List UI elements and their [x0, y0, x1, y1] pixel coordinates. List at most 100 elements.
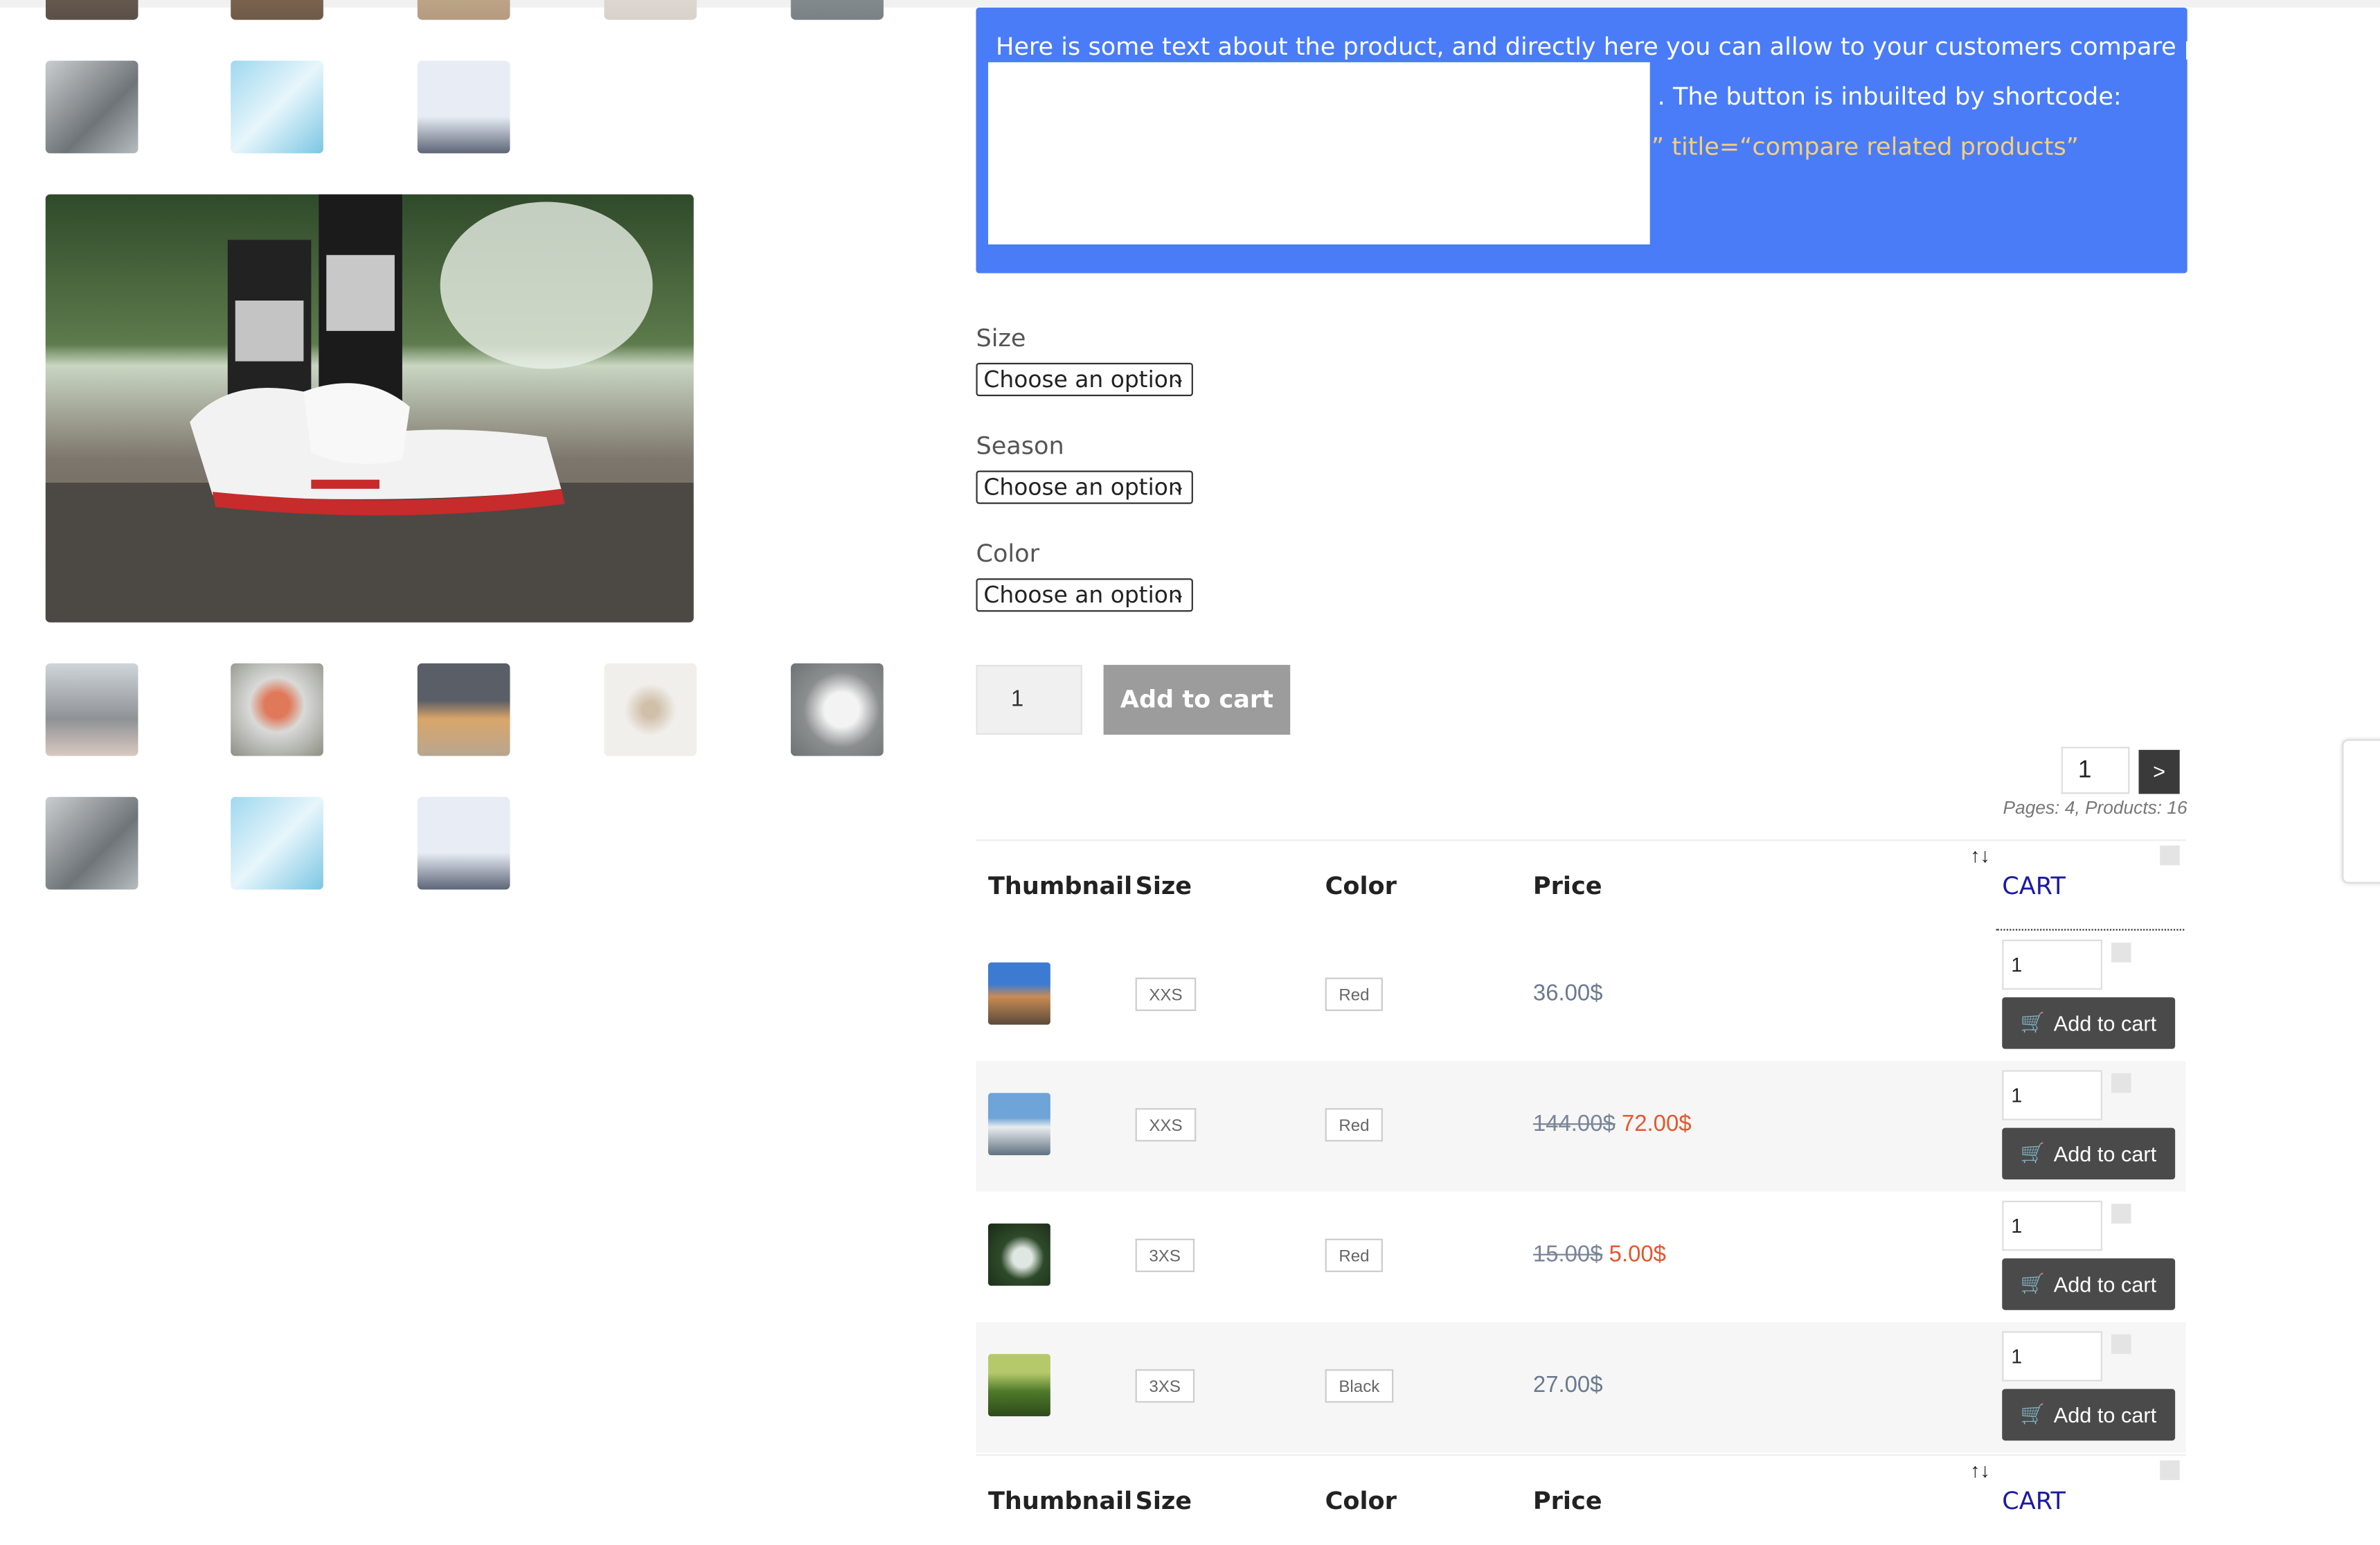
select-all-checkbox[interactable]: [2160, 845, 2180, 866]
table-row: 3XS Black 27.00$ 1 🛒 Add to cart: [976, 1322, 2186, 1453]
gallery-thumb-sneaker-blue[interactable]: [231, 796, 323, 890]
cart-icon: 🛒: [2020, 1402, 2046, 1426]
gallery-thumb-orange-sneaker[interactable]: [231, 663, 323, 756]
gallery-thumb-grey-sneaker[interactable]: [791, 663, 884, 756]
row-thumbnail[interactable]: [987, 1093, 1050, 1156]
compare-button-placeholder[interactable]: [987, 62, 1650, 244]
promo-text-line2: . The button is inbuilted by shortcode:: [1657, 82, 2122, 111]
old-price: 15.00$: [1532, 1242, 1603, 1268]
cart-icon: 🛒: [2020, 1271, 2046, 1295]
gallery-thumb-adidas-box[interactable]: [417, 60, 510, 154]
footer-price[interactable]: Price: [1533, 1486, 1602, 1515]
gallery-thumb-white-sneaker[interactable]: [604, 663, 697, 756]
compare-promo-box: Here is some text about the product, and…: [976, 7, 2290, 274]
gallery-thumb[interactable]: [791, 0, 884, 20]
season-label: Season: [976, 431, 1064, 461]
row-add-to-cart-button[interactable]: 🛒 Add to cart: [2002, 1258, 2176, 1310]
row-quantity-input[interactable]: 1: [2002, 1200, 2102, 1251]
page-number-input[interactable]: 1: [2061, 747, 2130, 794]
footer-size[interactable]: Size: [1136, 1486, 1192, 1515]
row-quantity-input[interactable]: 1: [2002, 1331, 2102, 1382]
quantity-input[interactable]: 1: [976, 665, 1082, 735]
sort-icon[interactable]: ↑↓: [1970, 844, 1989, 867]
color-tag: Black: [1325, 1369, 1394, 1403]
row-select-checkbox[interactable]: [2111, 1334, 2131, 1355]
sneaker-photo-icon: [45, 194, 694, 623]
color-tag: Red: [1325, 977, 1384, 1011]
color-tag: Red: [1325, 1108, 1384, 1142]
row-add-to-cart-button[interactable]: 🛒 Add to cart: [2002, 1127, 2176, 1180]
next-page-button[interactable]: >: [2138, 749, 2180, 794]
row-thumbnail[interactable]: [987, 1223, 1050, 1286]
add-to-cart-button[interactable]: Add to cart: [1103, 665, 1291, 735]
gallery-thumb-sneaker-grey[interactable]: [45, 60, 138, 154]
row-select-checkbox[interactable]: [2111, 943, 2131, 963]
footer-thumbnail[interactable]: Thumbnail: [988, 1486, 1132, 1515]
promo-text-line1: Here is some text about the product, and…: [995, 32, 2291, 61]
row-quantity-input[interactable]: 1: [2002, 939, 2102, 990]
gallery-thumb-adidas-box[interactable]: [417, 796, 510, 890]
footer-select-all-checkbox[interactable]: [2160, 1460, 2180, 1481]
price: 15.00$ 5.00$: [1533, 1242, 1666, 1267]
header-color[interactable]: Color: [1325, 871, 1397, 900]
old-price: 144.00$: [1532, 1111, 1616, 1137]
table-header: Thumbnail Size Color Price ↑↓ CART: [976, 839, 2186, 931]
size-select[interactable]: Choose an option ⌄: [976, 362, 1193, 397]
size-tag: XXS: [1135, 1108, 1197, 1142]
header-thumbnail[interactable]: Thumbnail: [988, 871, 1132, 900]
header-cart[interactable]: CART: [2002, 871, 2066, 900]
cart-icon: 🛒: [2020, 1141, 2046, 1165]
price: 27.00$: [1533, 1373, 1603, 1398]
gallery-thumb-sneaker-blue[interactable]: [231, 60, 323, 154]
size-select-value: Choose an option: [983, 366, 1183, 393]
gallery-thumb-sneaker-grey[interactable]: [45, 796, 138, 890]
main-product-image[interactable]: [45, 194, 694, 623]
footer-color[interactable]: Color: [1325, 1486, 1397, 1515]
row-thumbnail[interactable]: [987, 1354, 1050, 1417]
gallery-thumb[interactable]: [604, 0, 697, 20]
color-select-value: Choose an option: [983, 581, 1183, 609]
promo-shortcode-text: ” title=“compare related products”: [1651, 132, 2079, 161]
row-quantity-input[interactable]: 1: [2002, 1070, 2102, 1120]
size-tag: 3XS: [1135, 1369, 1195, 1403]
row-add-to-cart-label: Add to cart: [2053, 1010, 2157, 1035]
gallery-thumb[interactable]: [45, 0, 138, 20]
footer-cart[interactable]: CART: [2002, 1486, 2066, 1515]
row-add-to-cart-button[interactable]: 🛒 Add to cart: [2002, 997, 2176, 1049]
sale-price: 72.00$: [1621, 1111, 1692, 1137]
price-value: 27.00$: [1532, 1372, 1603, 1398]
table-footer-header: Thumbnail Size Color Price ↑↓ CART: [976, 1454, 2186, 1545]
price: 36.00$: [1533, 981, 1603, 1006]
season-select-value: Choose an option: [983, 473, 1183, 501]
top-strip: [0, 0, 2380, 8]
size-tag: XXS: [1135, 977, 1197, 1011]
row-select-checkbox[interactable]: [2111, 1073, 2131, 1093]
pagination-info: Pages: 4, Products: 16: [2003, 796, 2187, 819]
header-price[interactable]: Price: [1533, 871, 1602, 900]
gallery-thumb-tan-boots[interactable]: [417, 663, 510, 756]
table-row: XXS Red 36.00$ 1 🛒 Add to cart: [976, 931, 2185, 1062]
row-add-to-cart-label: Add to cart: [2053, 1402, 2157, 1427]
chevron-down-icon: ⌄: [1171, 476, 1185, 497]
cart-icon: 🛒: [2020, 1010, 2046, 1034]
color-label: Color: [976, 539, 1040, 568]
table-row: XXS Red 144.00$ 72.00$ 1 🛒 Add to cart: [976, 1061, 2186, 1192]
gallery-thumb[interactable]: [231, 0, 323, 20]
row-thumbnail[interactable]: [987, 962, 1050, 1025]
chevron-down-icon: ⌄: [1171, 368, 1185, 389]
season-select[interactable]: Choose an option ⌄: [976, 470, 1193, 504]
gallery-thumb[interactable]: [417, 0, 510, 20]
color-tag: Red: [1325, 1238, 1384, 1272]
header-size[interactable]: Size: [1136, 871, 1192, 900]
color-select[interactable]: Choose an option ⌄: [976, 578, 1193, 612]
row-add-to-cart-button[interactable]: 🛒 Add to cart: [2002, 1388, 2176, 1441]
table-row: 3XS Red 15.00$ 5.00$ 1 🛒 Add to cart: [976, 1192, 2185, 1323]
row-select-checkbox[interactable]: [2111, 1204, 2131, 1224]
sale-price: 5.00$: [1609, 1242, 1666, 1268]
sort-icon[interactable]: ↑↓: [1970, 1459, 1989, 1482]
gallery-thumb-legs[interactable]: [45, 663, 138, 756]
row-add-to-cart-label: Add to cart: [2053, 1271, 2157, 1296]
price-value: 36.00$: [1532, 981, 1603, 1007]
size-tag: 3XS: [1135, 1238, 1195, 1272]
floating-compare-card[interactable]: [2342, 739, 2380, 884]
